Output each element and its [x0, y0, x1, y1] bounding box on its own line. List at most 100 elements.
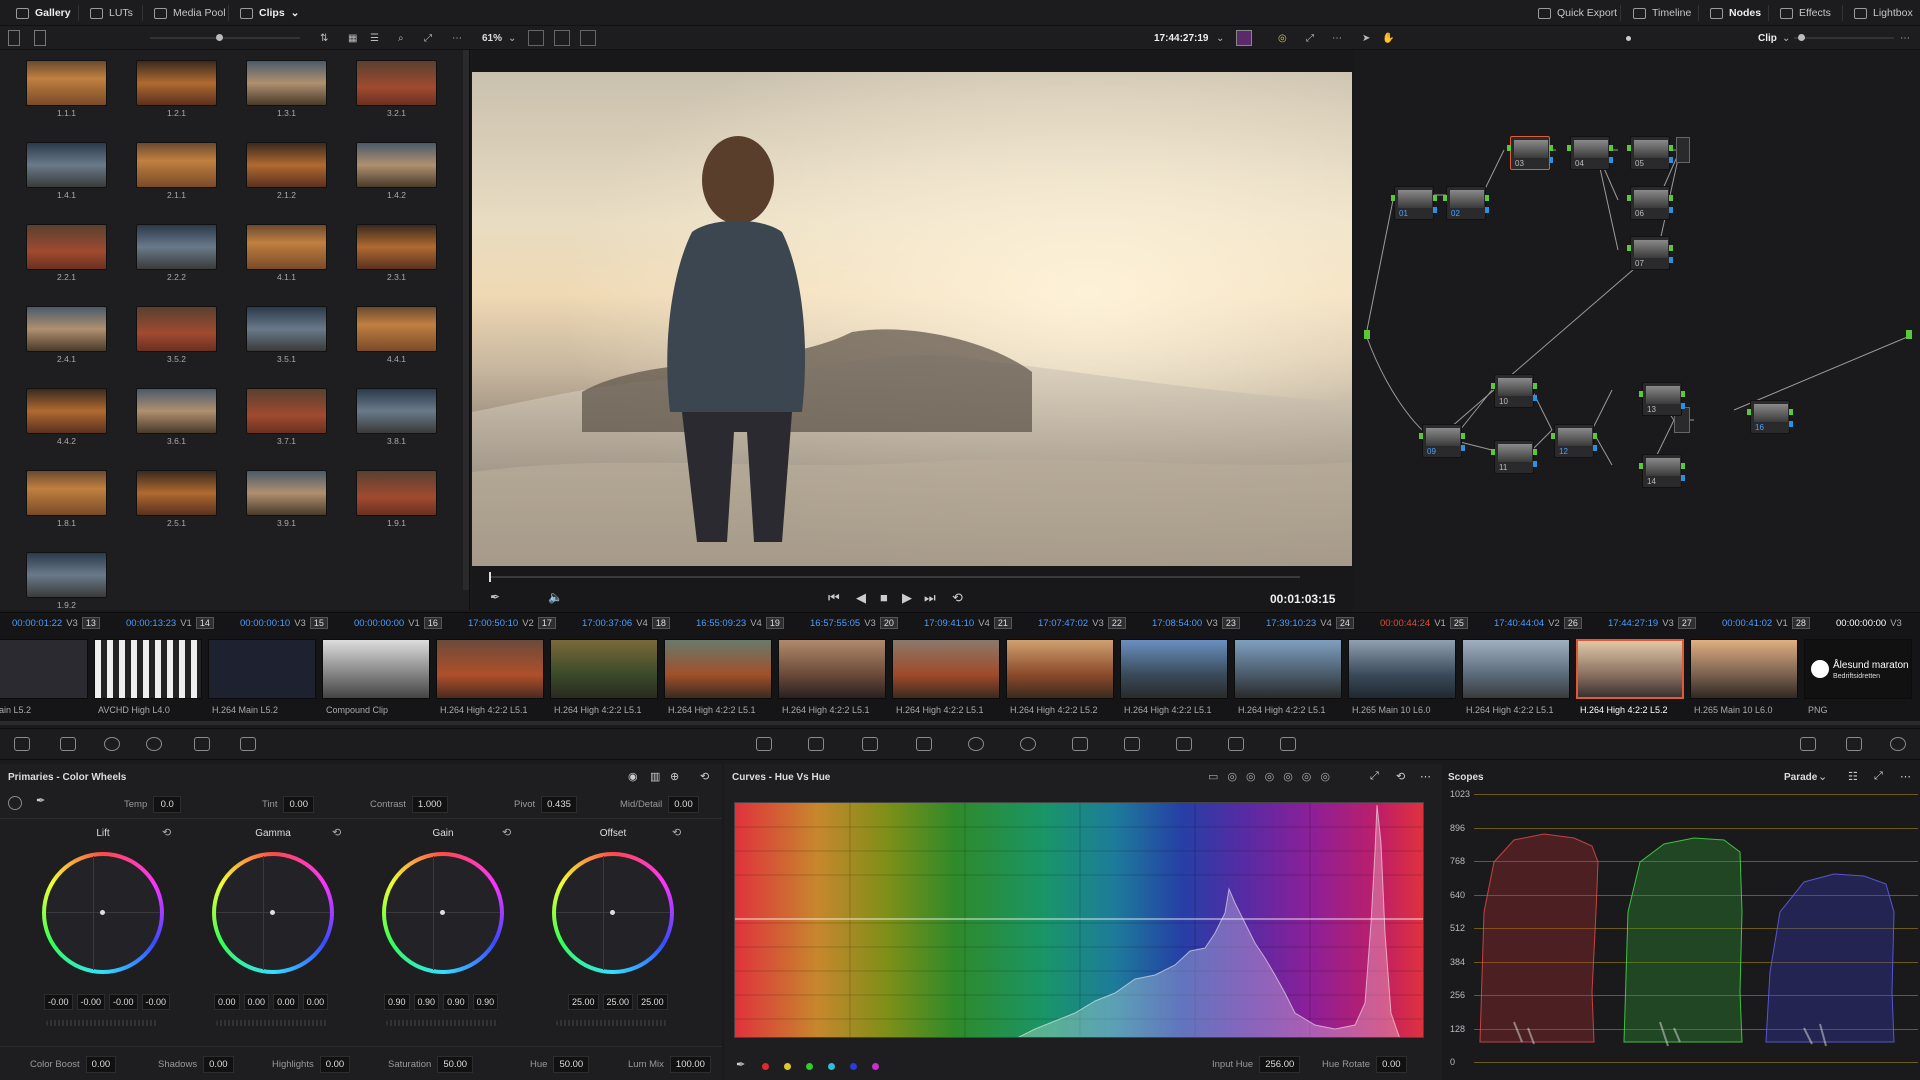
more-options-icon[interactable]: ⋯: [1420, 770, 1431, 783]
wheel-value-field[interactable]: 0.90: [472, 994, 499, 1010]
node-09[interactable]: 09: [1419, 424, 1465, 458]
timeline-button[interactable]: Timeline: [1625, 0, 1699, 26]
timeline-clip[interactable]: [1348, 639, 1456, 699]
input-hue-field[interactable]: Input Hue 256.00: [1212, 1056, 1301, 1073]
master-wheel-slider[interactable]: [216, 1020, 328, 1026]
node-output-port[interactable]: [1485, 195, 1489, 201]
hue-rotate-field[interactable]: Hue Rotate 0.00: [1322, 1056, 1407, 1073]
hand-icon[interactable]: ✋: [1382, 30, 1394, 46]
gallery-still-thumbnail[interactable]: [26, 224, 107, 270]
gallery-still-thumbnail[interactable]: [26, 552, 107, 598]
hue-dot[interactable]: [762, 1063, 769, 1070]
gallery-still-thumbnail[interactable]: [26, 306, 107, 352]
node-alpha-port[interactable]: [1549, 157, 1553, 163]
sort-icon[interactable]: ⇅: [320, 30, 328, 46]
node-alpha-port[interactable]: [1669, 257, 1673, 263]
auto-balance-icon[interactable]: [8, 796, 22, 810]
more-options-icon[interactable]: ⋯: [1900, 30, 1910, 46]
timeline-clip[interactable]: [94, 639, 202, 699]
wheel-handle[interactable]: [100, 910, 105, 915]
hue-dot[interactable]: [784, 1063, 791, 1070]
color-wheels-icon[interactable]: [104, 737, 120, 751]
playhead-scrubber[interactable]: [490, 576, 1300, 578]
node-output-port[interactable]: [1593, 433, 1597, 439]
timeline-clip[interactable]: [1120, 639, 1228, 699]
node-input-port[interactable]: [1639, 391, 1643, 397]
node-alpha-port[interactable]: [1461, 445, 1465, 451]
node-input-port[interactable]: [1491, 383, 1495, 389]
gallery-still-thumbnail[interactable]: [356, 388, 437, 434]
hue-selector-dots[interactable]: [762, 1061, 894, 1073]
wheel-value-field[interactable]: 0.00: [273, 994, 299, 1010]
gallery-still-thumbnail[interactable]: [356, 224, 437, 270]
lum-mix-field[interactable]: Lum Mix 100.00: [628, 1056, 711, 1073]
slider-handle[interactable]: [1798, 34, 1805, 41]
gallery-still-thumbnail[interactable]: [26, 470, 107, 516]
gallery-still-thumbnail[interactable]: [246, 60, 327, 106]
eyedropper-tool-icon[interactable]: [916, 737, 932, 751]
input-port[interactable]: [1364, 330, 1370, 339]
hue-dot[interactable]: [850, 1063, 857, 1070]
sizing-icon[interactable]: [1228, 737, 1244, 751]
tint-field[interactable]: Tint 0.00: [262, 796, 314, 813]
node-input-port[interactable]: [1639, 463, 1643, 469]
more-options-icon[interactable]: ⋯: [1332, 30, 1342, 46]
eyedropper-icon[interactable]: ✒: [736, 1058, 745, 1071]
node-output-port[interactable]: [1533, 449, 1537, 455]
search-icon[interactable]: ⌕: [398, 30, 404, 46]
wheel-value-field[interactable]: -0.00: [76, 994, 106, 1010]
color-wheel-gamma[interactable]: [206, 846, 340, 980]
hue-field[interactable]: Hue 50.00: [530, 1056, 590, 1073]
hue-dot[interactable]: [806, 1063, 813, 1070]
saturation-field[interactable]: Saturation 50.00: [388, 1056, 474, 1073]
timeline-clip[interactable]: [778, 639, 886, 699]
zoom-level[interactable]: 61%: [482, 30, 502, 46]
wheel-value-field[interactable]: 0.00: [214, 994, 240, 1010]
scope-settings-icon[interactable]: ☷: [1848, 770, 1858, 783]
timeline-clip[interactable]: [1006, 639, 1114, 699]
gallery-still-thumbnail[interactable]: [26, 60, 107, 106]
wheel-value-field[interactable]: 0.00: [302, 994, 329, 1010]
stop-icon[interactable]: ■: [880, 590, 888, 605]
node-input-port[interactable]: [1491, 449, 1495, 455]
node-alpha-port[interactable]: [1533, 395, 1537, 401]
node-10[interactable]: 10: [1491, 374, 1537, 408]
clip-header[interactable]: 17:08:54:00 V3 23: [1152, 615, 1240, 631]
timeline-clip[interactable]: [664, 639, 772, 699]
node-input-port[interactable]: [1419, 433, 1423, 439]
wheel-value-field[interactable]: 25.00: [637, 994, 668, 1010]
node-alpha-port[interactable]: [1609, 157, 1613, 163]
node-output-port[interactable]: [1669, 145, 1673, 151]
clip-header[interactable]: 00:00:00:00 V1 16: [354, 615, 442, 631]
node-01[interactable]: 01: [1391, 186, 1437, 220]
viewer-mode-icon[interactable]: [528, 30, 544, 46]
node-05[interactable]: 05: [1627, 136, 1673, 170]
node-output-port[interactable]: [1669, 245, 1673, 251]
key-icon[interactable]: [1176, 737, 1192, 751]
rgb-mixer-icon[interactable]: [194, 737, 210, 751]
timeline-clip[interactable]: [550, 639, 658, 699]
contrast-field[interactable]: Contrast 1.000: [370, 796, 448, 813]
hdr-icon[interactable]: [1236, 30, 1252, 46]
color-match-icon[interactable]: [60, 737, 76, 751]
node-output-port[interactable]: [1789, 409, 1793, 415]
curves-icon[interactable]: [756, 737, 772, 751]
chevron-down-icon[interactable]: ⌄: [1216, 30, 1224, 46]
thumbnail-size-slider[interactable]: [150, 37, 300, 39]
tracker-icon[interactable]: [1020, 737, 1036, 751]
node-output-port[interactable]: [1681, 463, 1685, 469]
log-mode-icon[interactable]: ⊕: [670, 770, 679, 783]
node-input-port[interactable]: [1443, 195, 1447, 201]
gallery-button[interactable]: Gallery: [8, 0, 79, 26]
more-options-icon[interactable]: ⋯: [1900, 770, 1911, 783]
media-pool-button[interactable]: Media Pool: [146, 0, 234, 26]
info-icon[interactable]: [1890, 737, 1906, 751]
wheel-reset-icon[interactable]: ⟲: [162, 826, 171, 839]
node-02[interactable]: 02: [1443, 186, 1489, 220]
timeline-clip[interactable]: [892, 639, 1000, 699]
clip-header[interactable]: 00:00:00:00 V3: [1836, 615, 1902, 631]
bars-mode-icon[interactable]: ▥: [650, 770, 660, 783]
pointer-icon[interactable]: ➤: [1362, 30, 1370, 46]
wheel-handle[interactable]: [610, 910, 615, 915]
wheel-reset-icon[interactable]: ⟲: [502, 826, 511, 839]
